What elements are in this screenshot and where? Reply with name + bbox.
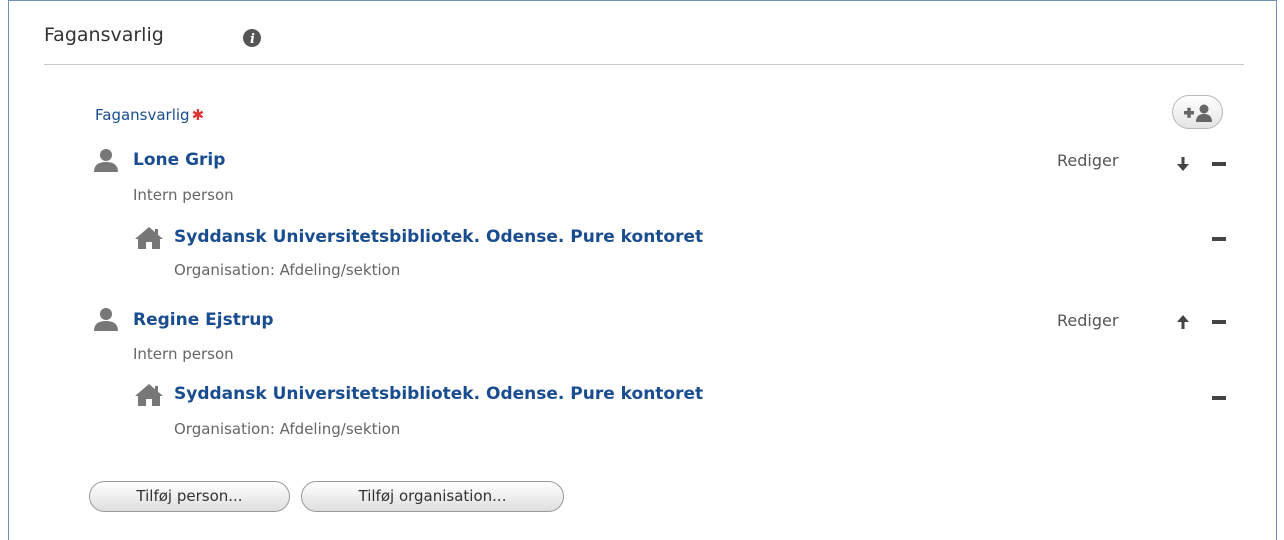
arrow-down-icon[interactable] (1176, 154, 1190, 174)
person-name-link[interactable]: Lone Grip (133, 150, 225, 170)
arrow-up-icon[interactable] (1176, 312, 1190, 332)
add-organisation-button[interactable]: Tilføj organisation... (301, 481, 564, 512)
home-icon (135, 384, 163, 406)
field-label-text: Fagansvarlig (95, 106, 190, 124)
organisation-name-link[interactable]: Syddansk Universitetsbibliotek. Odense. … (174, 227, 703, 247)
add-person-button[interactable] (1172, 95, 1223, 129)
svg-text:i: i (250, 32, 255, 47)
required-mark: ✱ (191, 106, 205, 124)
person-name-link[interactable]: Regine Ejstrup (133, 310, 274, 330)
person-type: Intern person (133, 186, 234, 204)
add-person-icon (1184, 104, 1212, 122)
home-icon (135, 227, 163, 249)
person-type: Intern person (133, 345, 234, 363)
info-icon[interactable]: i (242, 28, 262, 48)
edit-link[interactable]: Rediger (1057, 311, 1118, 330)
remove-organisation-button[interactable] (1212, 396, 1226, 400)
edit-link[interactable]: Rediger (1057, 151, 1118, 170)
section-header: Fagansvarlig i (44, 18, 1244, 65)
person-icon (94, 308, 118, 331)
organisation-name-link[interactable]: Syddansk Universitetsbibliotek. Odense. … (174, 384, 703, 404)
organisation-type: Organisation: Afdeling/sektion (174, 420, 401, 438)
remove-person-button[interactable] (1212, 320, 1226, 324)
remove-person-button[interactable] (1212, 162, 1226, 166)
section-title: Fagansvarlig (44, 24, 164, 46)
organisation-type: Organisation: Afdeling/sektion (174, 261, 401, 279)
field-label: Fagansvarlig ✱ (95, 106, 204, 124)
person-icon (94, 149, 118, 172)
add-person-text-button[interactable]: Tilføj person... (89, 481, 290, 512)
remove-organisation-button[interactable] (1212, 237, 1226, 241)
